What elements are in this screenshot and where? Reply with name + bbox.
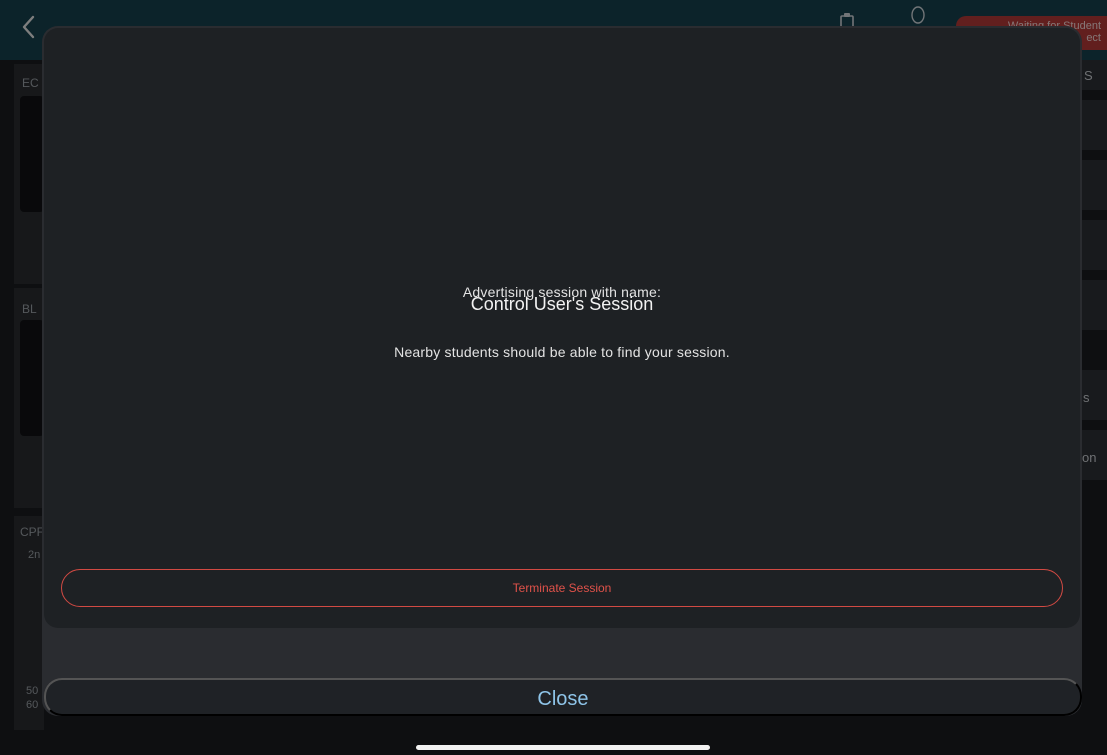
session-name: Control User's Session	[470, 294, 654, 314]
nearby-hint-text: Nearby students should be able to find y…	[394, 344, 730, 360]
terminate-session-button[interactable]: Terminate Session	[61, 569, 1063, 607]
home-indicator	[416, 745, 710, 750]
close-button[interactable]: Close	[44, 678, 1082, 716]
session-modal: Advertising session with name: Control U…	[44, 28, 1080, 628]
